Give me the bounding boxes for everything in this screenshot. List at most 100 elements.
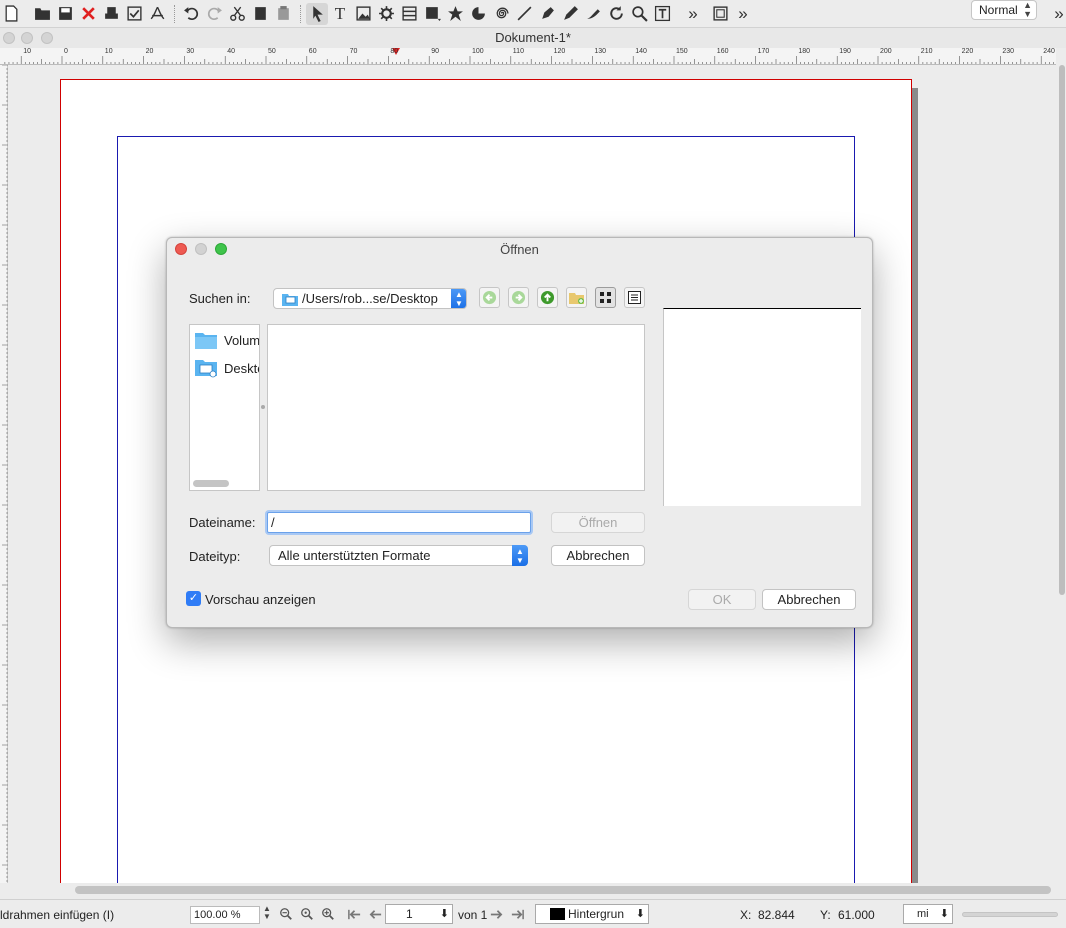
filetype-combo[interactable]: Alle unterstützten Formate ▲ ▼ xyxy=(269,545,528,566)
current-page-input[interactable]: 1 ⬇ xyxy=(385,904,453,924)
toolbar-overflow-icon-2[interactable]: » xyxy=(732,3,754,25)
toolbar-overflow-icon-3[interactable]: » xyxy=(1048,3,1066,25)
toolbar-separator xyxy=(174,4,175,23)
x-coordinate-value: 82.844 xyxy=(758,908,795,922)
paste-icon[interactable] xyxy=(272,3,294,25)
zoom-slider[interactable] xyxy=(962,912,1058,917)
zoom-input[interactable]: 100.00 % xyxy=(190,906,260,924)
new-document-icon[interactable] xyxy=(0,3,22,25)
parent-folder-button[interactable] xyxy=(537,287,558,308)
new-folder-button[interactable] xyxy=(566,287,587,308)
zoom-actual-icon[interactable] xyxy=(298,905,316,923)
unit-select[interactable]: mi ⬇ xyxy=(903,904,953,924)
preview-checkbox-label[interactable]: Vorschau anzeigen xyxy=(205,592,316,607)
print-icon[interactable] xyxy=(100,3,122,25)
back-button[interactable] xyxy=(479,287,500,308)
layer-select[interactable]: Hintergrun ⬇ xyxy=(535,904,649,924)
shape-icon[interactable] xyxy=(421,3,443,25)
zoom-in-icon[interactable] xyxy=(319,905,337,923)
spiral-icon[interactable] xyxy=(490,3,512,25)
filename-input[interactable]: / xyxy=(267,512,531,533)
bezier-pen-icon[interactable] xyxy=(536,3,558,25)
first-page-icon[interactable] xyxy=(345,905,363,923)
render-frame-icon[interactable] xyxy=(375,3,397,25)
forward-button[interactable] xyxy=(508,287,529,308)
icon-view-button[interactable] xyxy=(595,287,616,308)
open-folder-icon[interactable] xyxy=(31,3,53,25)
sidebar-item-desktop[interactable]: Desktop xyxy=(195,357,259,379)
ruler-ticks xyxy=(4,56,1054,64)
current-page-value: 1 xyxy=(406,907,413,921)
filetype-label: Dateityp: xyxy=(189,549,241,564)
image-frame-icon[interactable] xyxy=(352,3,374,25)
file-list[interactable] xyxy=(267,324,645,491)
preflight-check-icon[interactable] xyxy=(123,3,145,25)
dialog-zoom-button[interactable] xyxy=(215,243,227,255)
open-button[interactable]: Öffnen xyxy=(551,512,645,533)
select-arrow-icon[interactable] xyxy=(306,2,328,25)
cancel-button[interactable]: Abbrechen xyxy=(762,589,856,610)
undo-icon[interactable] xyxy=(180,3,202,25)
text-frame-icon[interactable]: T xyxy=(329,3,351,25)
dialog-close-button[interactable] xyxy=(175,243,187,255)
look-in-combo[interactable]: /Users/rob...se/Desktop ▲ ▼ xyxy=(273,288,467,309)
toolbar-separator xyxy=(300,4,301,23)
save-icon[interactable] xyxy=(54,3,76,25)
preview-checkbox[interactable]: ✓ xyxy=(186,591,201,606)
open-file-dialog: Öffnen Suchen in: /Users/rob...se/Deskto… xyxy=(166,237,873,628)
last-page-icon[interactable] xyxy=(508,905,526,923)
ruler-label: 190 xyxy=(839,48,851,55)
sidebar-horizontal-scrollbar[interactable] xyxy=(193,480,229,487)
rotate-icon[interactable] xyxy=(605,3,627,25)
export-pdf-icon[interactable] xyxy=(146,3,168,25)
combo-arrows-icon: ▲ ▼ xyxy=(512,545,528,566)
zoom-out-icon[interactable] xyxy=(277,905,295,923)
window-close-button[interactable] xyxy=(3,32,15,44)
horizontal-scrollbar[interactable] xyxy=(75,886,1051,894)
sidebar-item-label: Volumes xyxy=(224,332,260,348)
window-zoom-button[interactable] xyxy=(41,32,53,44)
line-icon[interactable] xyxy=(513,3,535,25)
unit-dropdown-icon[interactable]: ⬇ xyxy=(940,905,949,923)
places-sidebar[interactable]: Volumes Desktop xyxy=(189,324,260,491)
ruler-label: 70 xyxy=(349,48,358,55)
ruler-label: 240 xyxy=(1043,48,1055,55)
previous-page-icon[interactable] xyxy=(366,905,384,923)
arc-icon[interactable] xyxy=(467,3,489,25)
frame-properties-icon[interactable] xyxy=(709,3,731,25)
edit-text-icon[interactable] xyxy=(651,3,673,25)
horizontal-ruler[interactable]: 10 0 10 20 30 40 50 60 70 80 90 100 110 120 130 140 150 1… xyxy=(0,48,1056,65)
ruler-label: 100 xyxy=(472,48,484,55)
layer-dropdown-icon[interactable]: ⬇ xyxy=(636,905,645,923)
copy-icon[interactable] xyxy=(249,3,271,25)
calligraphic-pen-icon[interactable] xyxy=(582,3,604,25)
redo-icon[interactable] xyxy=(203,3,225,25)
freehand-pencil-icon[interactable] xyxy=(559,3,581,25)
window-minimize-button[interactable] xyxy=(21,32,33,44)
ruler-label: 110 xyxy=(512,48,524,55)
polygon-star-icon[interactable] xyxy=(444,3,466,25)
vertical-scrollbar[interactable] xyxy=(1059,65,1065,595)
view-mode-select[interactable]: Normal ▲ ▼ xyxy=(971,0,1037,20)
toolbar-overflow-icon[interactable]: » xyxy=(682,3,704,25)
ruler-label: 30 xyxy=(186,48,195,55)
zoom-stepper[interactable]: ▲ ▼ xyxy=(263,905,271,921)
dialog-minimize-button xyxy=(195,243,207,255)
page-shadow xyxy=(912,88,918,883)
ruler-label: 90 xyxy=(431,48,439,55)
sidebar-item-volumes[interactable]: Volumes xyxy=(195,329,260,351)
cut-icon[interactable] xyxy=(226,3,248,25)
cancel-inner-button[interactable]: Abbrechen xyxy=(551,545,645,566)
vertical-ruler[interactable] xyxy=(0,65,8,883)
desktop-folder-icon xyxy=(195,360,217,378)
table-icon[interactable] xyxy=(398,3,420,25)
sidebar-splitter-handle[interactable] xyxy=(261,405,265,409)
ok-button[interactable]: OK xyxy=(688,589,756,610)
next-page-icon[interactable] xyxy=(487,905,505,923)
ruler-label: 200 xyxy=(880,48,892,55)
zoom-magnifier-icon[interactable] xyxy=(628,3,650,25)
page-dropdown-icon[interactable]: ⬇ xyxy=(440,905,449,923)
ruler-label: 40 xyxy=(227,48,235,55)
close-red-x-icon[interactable] xyxy=(77,3,99,25)
detail-view-button[interactable] xyxy=(624,287,645,308)
